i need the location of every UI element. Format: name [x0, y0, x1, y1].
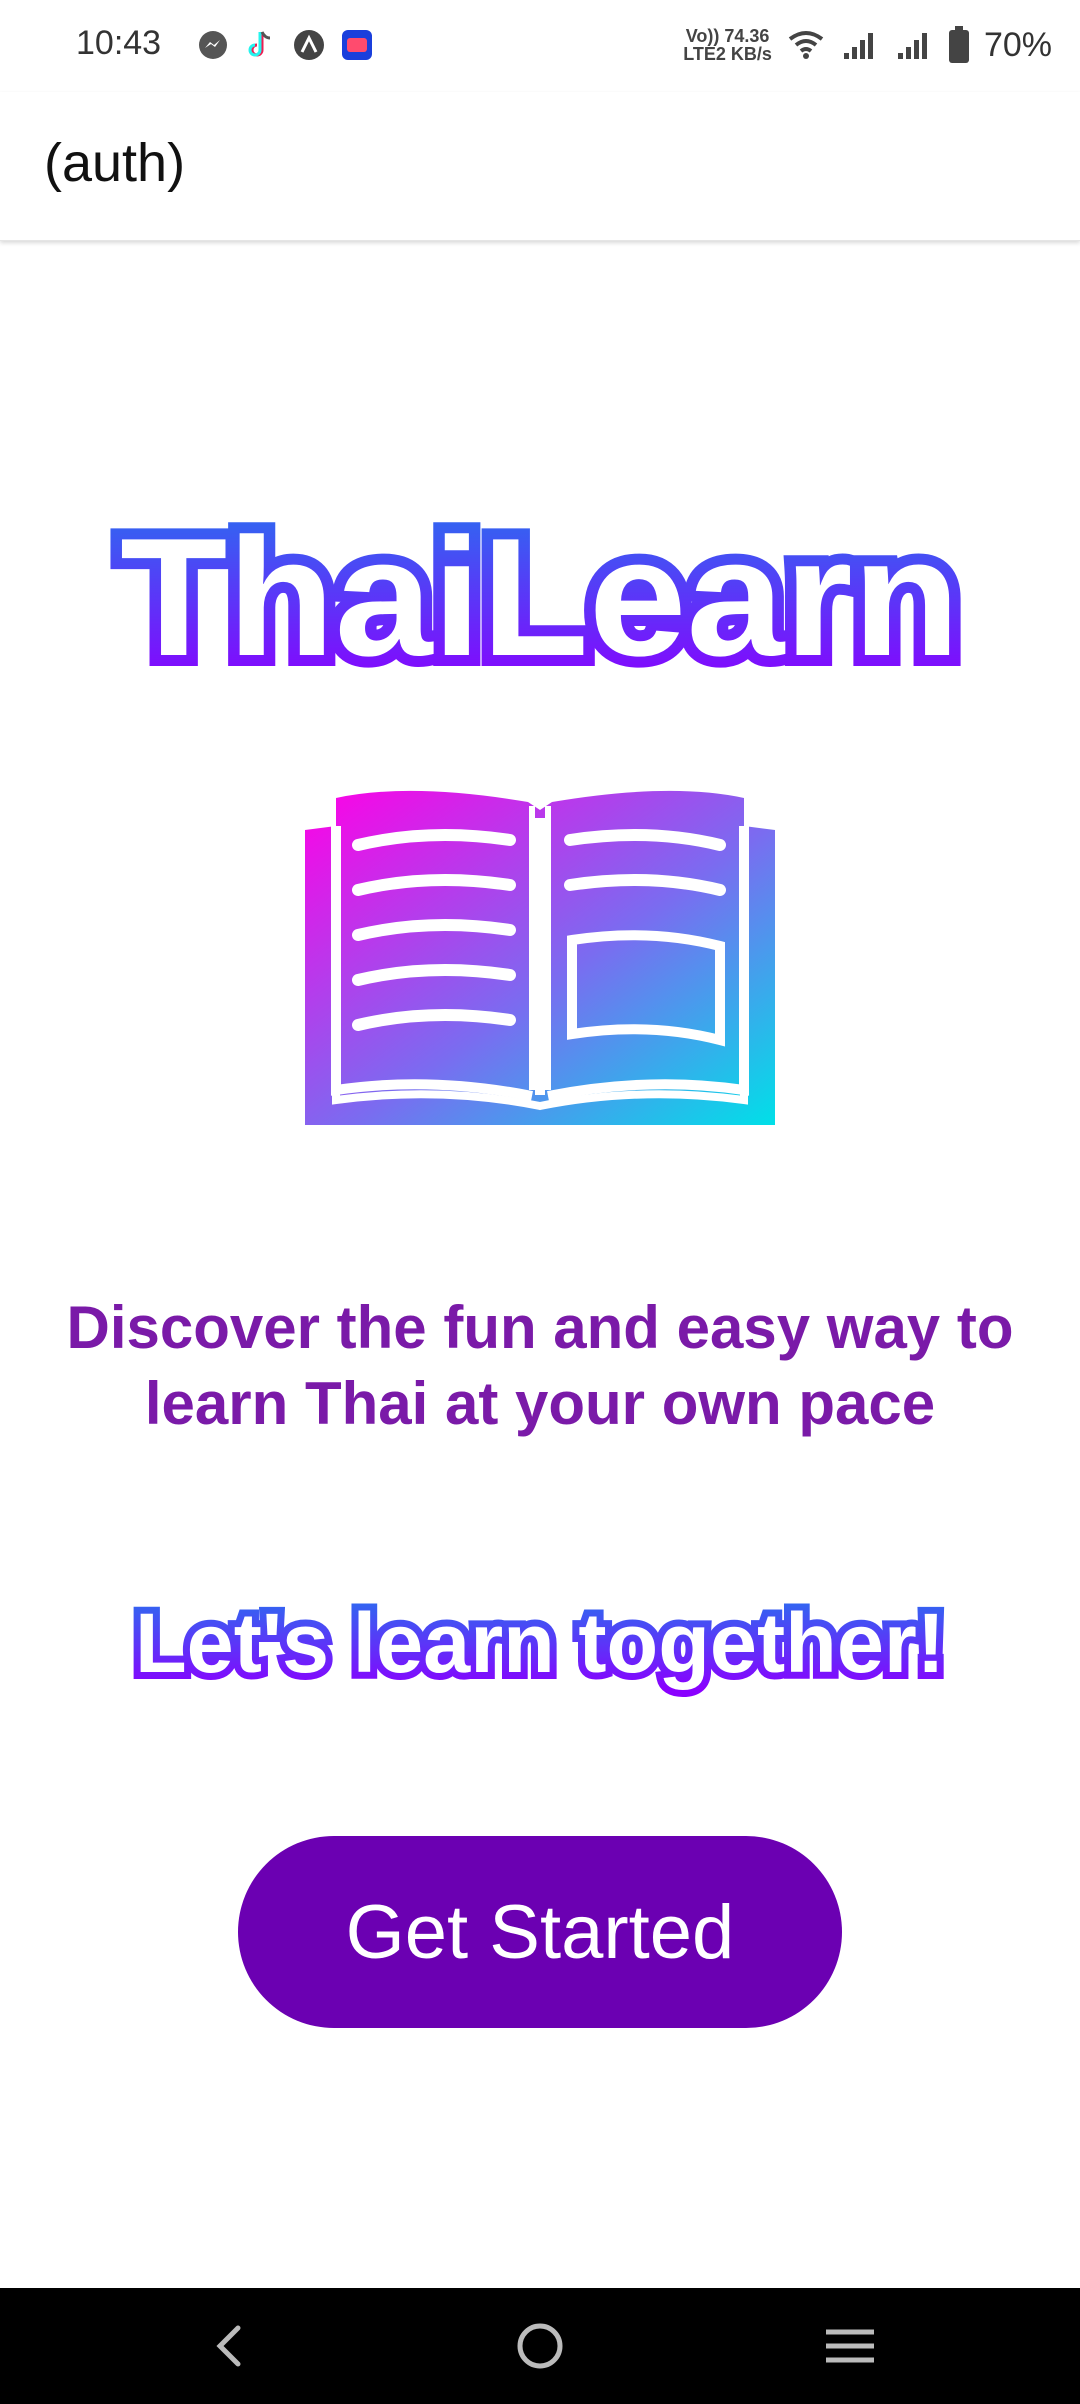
status-right-group: Vo)) 74.36 LTE2 KB/s 70% [683, 20, 1052, 70]
status-time: 10:43 [76, 24, 162, 62]
network-speed-line2: LTE2 KB/s [683, 44, 772, 64]
app-bar-title: (auth) [44, 133, 186, 193]
tiktok-icon [248, 31, 271, 57]
lets-learn-together-banner: Let's learn together! [120, 1580, 960, 1710]
battery-percent: 70% [983, 25, 1052, 64]
together-text: Let's learn together! [135, 1596, 945, 1690]
network-info: Vo)) 74.36 LTE2 KB/s [683, 27, 772, 63]
expo-icon [294, 30, 324, 60]
network-speed-line1: Vo)) 74.36 [685, 26, 770, 46]
navigation-bar [0, 2288, 1080, 2404]
open-book-icon [300, 790, 780, 1130]
battery-icon [948, 26, 969, 63]
lazada-icon [342, 30, 372, 60]
status-bar: 10:43 Vo)) 74.36 LTE2 KB/s 70% [0, 0, 1080, 92]
tagline-text: Discover the fun and easy way to learn T… [66, 1294, 1014, 1437]
wifi-icon [788, 31, 824, 59]
messenger-icon [199, 31, 227, 59]
get-started-button[interactable]: Get Started [238, 1836, 842, 2028]
logo-text: ThaiLearn [120, 503, 960, 690]
app-bar: (auth) [0, 92, 1080, 241]
thailearn-logo: ThaiLearn [109, 492, 971, 702]
recent-apps-icon[interactable] [820, 2316, 880, 2376]
back-icon[interactable] [200, 2316, 260, 2376]
signal-2-icon [897, 33, 927, 59]
signal-1-icon [843, 33, 873, 59]
home-icon[interactable] [510, 2316, 570, 2376]
